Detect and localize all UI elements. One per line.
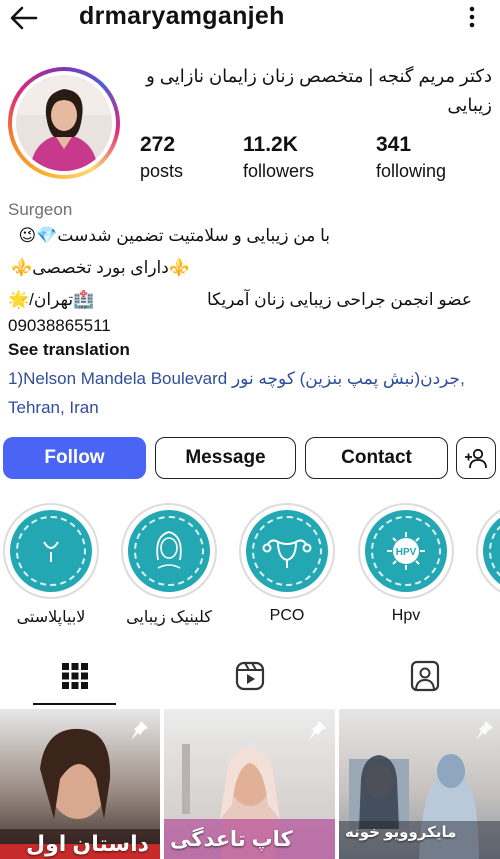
highlight-hpv[interactable]: HPV Hpv (358, 503, 454, 625)
pin-icon (309, 721, 326, 740)
stat-following[interactable]: 341 following (376, 133, 446, 182)
posts-label: posts (140, 161, 184, 181)
bio-line: 🏥تهران/🌟 (8, 290, 95, 309)
highlight-label: لابیاپلاستی (16, 609, 86, 626)
highlight-partial[interactable] (476, 503, 500, 599)
bio-line: با من زیبایی و سلامتیت تضمین شدست💎😉 (18, 226, 330, 245)
see-translation-link[interactable]: See translation (8, 340, 130, 360)
arrow-left-icon[interactable] (8, 4, 40, 32)
profile-username: drmaryamganjeh (79, 2, 285, 30)
post-tile[interactable]: داستان اول (0, 709, 160, 859)
grid-icon[interactable] (55, 656, 95, 696)
bio-phone[interactable]: 09038865511 (8, 314, 111, 338)
highlight-pco[interactable]: PCO (239, 503, 335, 625)
tagged-person-icon[interactable] (405, 656, 445, 696)
highlight-beauty-clinic[interactable]: کلینیک زیبایی (121, 503, 217, 627)
highlight-label: کلینیک زیبایی (126, 609, 212, 626)
message-button[interactable]: Message (155, 437, 296, 479)
profile-category: Surgeon (8, 200, 73, 219)
top-bar: drmaryamganjeh (0, 0, 500, 36)
posts-count: 272 (140, 133, 176, 156)
labia-icon (43, 541, 59, 562)
virus-icon: HPV (387, 532, 425, 570)
add-user-button[interactable] (456, 437, 496, 479)
reels-icon[interactable] (230, 656, 270, 696)
post-tile[interactable]: کاپ تاعدگی (164, 709, 335, 859)
follow-button[interactable]: Follow (3, 437, 146, 479)
hpv-badge: HPV (396, 547, 417, 558)
pin-icon (476, 721, 493, 740)
pin-icon (131, 721, 148, 740)
highlight-label: Hpv (391, 607, 421, 624)
highlight-labiaplasty[interactable]: لابیاپلاستی (3, 503, 99, 627)
bio-line: عضو انجمن جراحی زیبایی زنان آمریکا (206, 290, 472, 309)
following-label: following (376, 161, 447, 181)
bio-line: ⚜️دارای بورد تخصصی⚜️ (11, 258, 190, 277)
profile-tabs (0, 652, 500, 704)
followers-label: followers (243, 161, 315, 181)
woman-face-icon (156, 531, 182, 569)
more-vertical-icon[interactable] (460, 4, 484, 30)
post-caption: کاپ تاعدگی (170, 828, 293, 851)
active-tab-indicator (33, 703, 116, 705)
followers-count: 11.2K (243, 133, 298, 156)
post-grid: داستان اول کاپ تاعدگی مایکروویو خونه (0, 709, 500, 859)
stat-followers[interactable]: 11.2K followers (243, 133, 314, 182)
uterus-icon (262, 539, 312, 568)
address-link[interactable]: 1)Nelson Mandela Boulevard جردن(نبش پمپ … (8, 364, 488, 422)
add-person-icon (465, 448, 487, 469)
post-caption: داستان اول (26, 831, 149, 856)
contact-button[interactable]: Contact (305, 437, 448, 479)
post-tile[interactable]: مایکروویو خونه (339, 709, 500, 859)
avatar (16, 75, 112, 171)
profile-display-name: دکتر مریم گنجه | متخصص زنان زایمان نازای… (146, 66, 492, 115)
post-caption: مایکروویو خونه (345, 824, 457, 841)
following-count: 341 (376, 133, 412, 156)
avatar-photo (16, 75, 112, 171)
highlight-label: PCO (269, 607, 305, 624)
avatar-story-ring[interactable] (8, 67, 120, 179)
stat-posts[interactable]: 272 posts (140, 133, 183, 182)
